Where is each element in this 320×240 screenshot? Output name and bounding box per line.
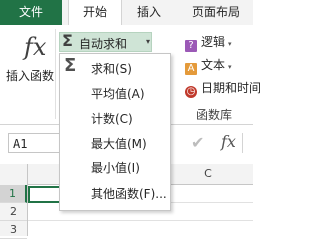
logical-label: 逻辑 xyxy=(201,35,226,49)
sigma-icon: Σ xyxy=(62,31,73,50)
insert-function-icon[interactable]: fx xyxy=(24,33,46,61)
text-icon: A xyxy=(185,63,197,75)
menu-item-max[interactable]: 最大值(M) xyxy=(60,133,170,155)
autosum-label: 自动求和 xyxy=(79,37,128,51)
logical-functions-button[interactable]: ? 逻辑 ▾ xyxy=(185,33,232,52)
row-header-2[interactable]: 2 xyxy=(0,203,27,221)
tab-file[interactable]: 文件 xyxy=(0,0,62,25)
name-box[interactable]: A1 xyxy=(8,133,60,153)
menu-item-average[interactable]: 平均值(A) xyxy=(60,83,170,105)
formula-input[interactable] xyxy=(242,133,254,153)
tab-home[interactable]: 开始 xyxy=(68,0,122,26)
tab-page-layout[interactable]: 页面布局 xyxy=(192,0,256,25)
menu-item-more-functions[interactable]: 其他函数(F)... xyxy=(60,183,170,205)
menu-item-label: 平均值(A) xyxy=(91,87,145,101)
menu-item-label: 最小值(I) xyxy=(91,161,140,175)
chevron-down-icon: ▾ xyxy=(228,40,232,48)
text-functions-button[interactable]: A 文本 ▾ xyxy=(185,56,232,75)
fx-icon[interactable]: fx xyxy=(221,132,236,151)
menu-item-label: 计数(C) xyxy=(91,112,133,126)
menu-item-sum[interactable]: Σ 求和(S) xyxy=(60,55,170,80)
autosum-button[interactable]: Σ 自动求和 ▾ xyxy=(59,31,152,52)
chevron-down-icon: ▾ xyxy=(228,63,232,71)
menu-item-label: 其他函数(F)... xyxy=(91,187,167,201)
menu-item-label: 求和(S) xyxy=(91,62,132,76)
ribbon-separator xyxy=(55,29,56,119)
column-header-c[interactable]: C xyxy=(178,164,238,185)
sigma-icon: Σ xyxy=(64,55,77,76)
autosum-dropdown-menu: Σ 求和(S) 平均值(A) 计数(C) 最大值(M) 最小值(I) 其他函数(… xyxy=(59,53,171,211)
date-icon: ◷ xyxy=(185,86,197,98)
tab-insert[interactable]: 插入 xyxy=(124,0,174,25)
menu-item-count[interactable]: 计数(C) xyxy=(60,108,170,130)
logic-icon: ? xyxy=(185,40,197,52)
menu-item-label: 最大值(M) xyxy=(91,137,147,151)
date-time-functions-button[interactable]: ◷ 日期和时间 xyxy=(185,79,262,98)
date-time-label: 日期和时间 xyxy=(201,81,262,95)
check-icon[interactable]: ✔ xyxy=(191,133,204,152)
insert-function-button[interactable]: 插入函数 xyxy=(6,67,54,84)
text-label: 文本 xyxy=(201,58,226,72)
row-header-3[interactable]: 3 xyxy=(0,221,27,239)
function-library-group-label: 函数库 xyxy=(196,108,233,122)
ribbon-tab-bar: 文件 开始 插入 页面布局 xyxy=(0,0,256,26)
menu-item-min[interactable]: 最小值(I) xyxy=(60,157,170,179)
chevron-down-icon: ▾ xyxy=(146,37,151,46)
row-header-1[interactable]: 1 xyxy=(0,185,27,203)
gridline xyxy=(28,220,253,221)
